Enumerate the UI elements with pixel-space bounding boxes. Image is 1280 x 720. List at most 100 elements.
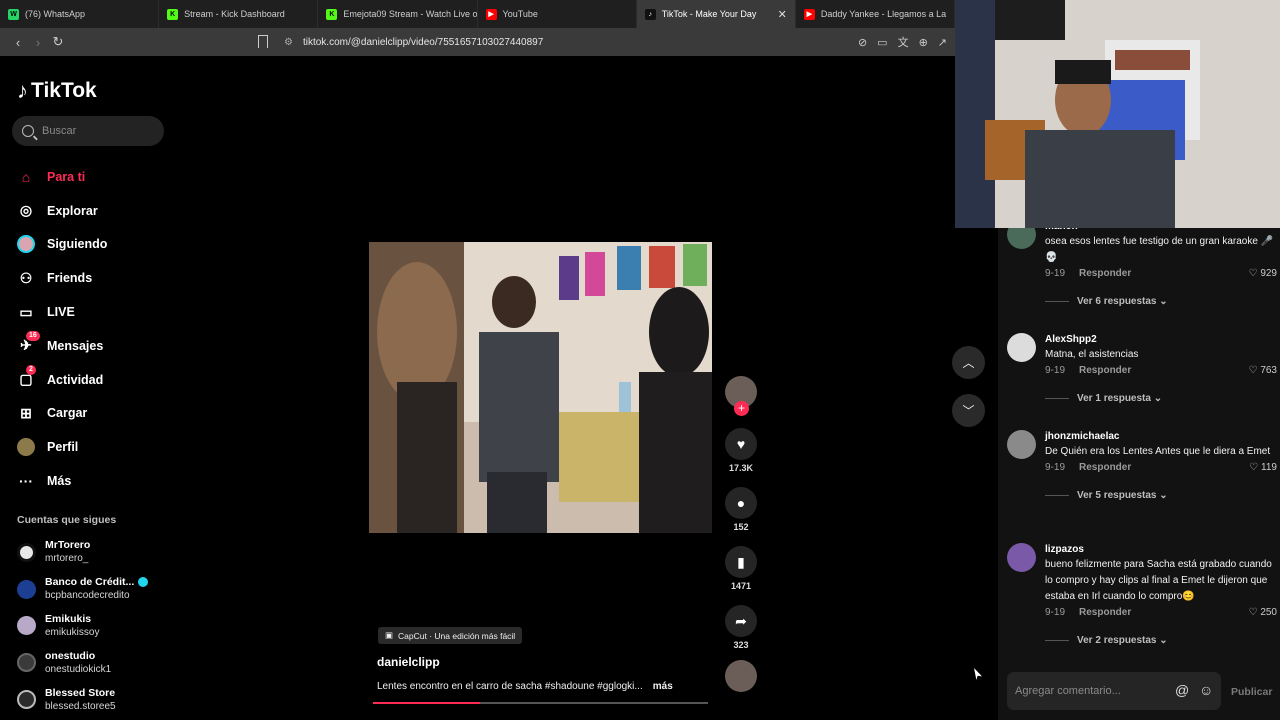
comment-body: AlexShpp2 Matna, el asistencias 9-19 Resp…: [1045, 333, 1277, 404]
sound-avatar[interactable]: [725, 660, 757, 692]
reply-button[interactable]: Responder: [1079, 364, 1131, 378]
avatar[interactable]: [1007, 333, 1036, 362]
avatar[interactable]: [1007, 430, 1036, 459]
comment-text: bueno felizmente para Sacha está grabado…: [1045, 559, 1272, 602]
comments-panel: manon osea esos lentes fue testigo de un…: [998, 228, 1280, 720]
address-bar-actions: ⊘ ▭ 文 ⊕ ↗: [858, 28, 947, 56]
activity-badge: 2: [26, 364, 36, 375]
like-count: 17.3K: [728, 463, 754, 473]
following-account[interactable]: MrTorero mrtorero_: [17, 534, 148, 571]
account-name: Blessed Store: [45, 686, 116, 699]
zoom-icon[interactable]: ⊕: [919, 36, 928, 49]
cast-icon[interactable]: ▭: [877, 36, 887, 49]
following-account[interactable]: Emikukis emikukissoy: [17, 608, 148, 645]
tiktok-logo[interactable]: ♪ TikTok: [17, 78, 97, 104]
video-author[interactable]: danielclipp: [377, 655, 440, 669]
view-replies-label: Ver 1 respuesta: [1077, 393, 1151, 404]
avatar[interactable]: [1007, 543, 1036, 572]
browser-tab-tiktok[interactable]: ♪ TikTok - Make Your Day ✕: [636, 0, 796, 28]
search-input[interactable]: Buscar: [12, 116, 164, 146]
browser-tab-kick-stream[interactable]: K Emejota09 Stream - Watch Live on Ki: [318, 0, 478, 28]
nav-cargar[interactable]: ⊞ Cargar: [17, 397, 107, 431]
mention-icon[interactable]: @: [1175, 682, 1189, 698]
nav-explorar[interactable]: ◎ Explorar: [17, 194, 107, 228]
browser-tab-youtube[interactable]: ▶ YouTube: [478, 0, 637, 28]
more-link[interactable]: más: [653, 681, 673, 692]
tab-title: (76) WhatsApp: [25, 9, 86, 19]
reply-button[interactable]: Responder: [1079, 606, 1131, 620]
bookmark-icon[interactable]: [258, 35, 268, 48]
reply-button[interactable]: Responder: [1079, 267, 1131, 281]
following-account[interactable]: Banco de Crédit... bcpbancodecredito: [17, 571, 149, 608]
nav-perfil[interactable]: Perfil: [17, 430, 107, 464]
nav-live[interactable]: ▭ LIVE: [17, 295, 107, 329]
comment-user[interactable]: AlexShpp2: [1045, 333, 1277, 347]
comment-like-button[interactable]: ♡ 763: [1249, 364, 1277, 378]
view-replies-label: Ver 2 respuestas: [1077, 635, 1157, 646]
browser-tab-kick-dashboard[interactable]: K Stream - Kick Dashboard: [159, 0, 319, 28]
avatar[interactable]: [1007, 228, 1036, 249]
view-replies-button[interactable]: Ver 5 respuestas ⌄: [1045, 490, 1277, 501]
url-field[interactable]: ⚙ tiktok.com/@danielclipp/video/755165710…: [284, 28, 543, 56]
forward-icon[interactable]: ›: [28, 35, 48, 50]
action-rail: + ♥ 17.3K ● 152 ▮ 1471 ➦ 323: [724, 376, 758, 692]
emoji-icon[interactable]: ☺: [1199, 682, 1213, 698]
more-icon: ···: [19, 473, 33, 490]
save-button[interactable]: ▮: [725, 546, 757, 578]
following-account[interactable]: onestudio onestudiokick1: [17, 644, 148, 681]
account-handle: emikukissoy: [45, 626, 100, 638]
comment-like-button[interactable]: ♡ 119: [1249, 461, 1277, 475]
search-icon: [22, 125, 34, 137]
close-tab-icon[interactable]: ✕: [778, 8, 787, 21]
previous-video-button[interactable]: ︿: [952, 346, 985, 379]
share-icon[interactable]: ↗: [938, 36, 947, 49]
tab-title: TikTok - Make Your Day: [661, 9, 757, 19]
comment-user[interactable]: jhonzmichaelac: [1045, 430, 1277, 444]
friends-icon: ⚇: [19, 269, 33, 286]
nav-mensajes[interactable]: ✈ 16 Mensajes: [17, 329, 107, 363]
messages-badge: 16: [26, 330, 40, 341]
back-icon[interactable]: ‹: [8, 35, 28, 50]
comment-user[interactable]: lizpazos: [1045, 543, 1277, 557]
following-account[interactable]: Blessed Store blessed.storee5: [17, 681, 148, 718]
nav-mas[interactable]: ··· Más: [17, 464, 107, 498]
comment-button[interactable]: ●: [725, 487, 757, 519]
nav-para-ti[interactable]: ⌂ Para ti: [17, 160, 107, 194]
comment-like-button[interactable]: ♡ 929: [1249, 267, 1277, 281]
browser-tab-daddy-yankee[interactable]: ▶ Daddy Yankee - Llegamos a La: [796, 0, 956, 28]
address-bar: ‹ › ↻ ⚙ tiktok.com/@danielclipp/video/755…: [0, 28, 955, 56]
nav-siguiendo[interactable]: Siguiendo: [17, 228, 107, 262]
publish-button[interactable]: Publicar: [1231, 686, 1272, 698]
creator-avatar[interactable]: +: [725, 376, 757, 416]
video-progress-bar[interactable]: [373, 702, 708, 704]
no-tracking-icon[interactable]: ⊘: [858, 36, 867, 49]
comment-like-button[interactable]: ♡ 250: [1249, 606, 1277, 620]
comment-input[interactable]: Agregar comentario... @ ☺: [1007, 672, 1221, 710]
follow-plus-icon[interactable]: +: [734, 401, 749, 416]
translate-icon[interactable]: 文: [898, 34, 909, 50]
tab-title: Emejota09 Stream - Watch Live on Ki: [343, 9, 478, 19]
like-button[interactable]: ♥: [725, 428, 757, 460]
account-handle: blessed.storee5: [45, 700, 116, 712]
account-name: Emikukis: [45, 612, 92, 625]
comment-meta: 9-19 Responder ♡ 929: [1045, 267, 1277, 281]
capcut-chip[interactable]: ▣ CapCut · Una edición más fácil: [378, 627, 523, 644]
youtube-icon: ▶: [485, 8, 497, 20]
browser-tab-whatsapp[interactable]: W (76) WhatsApp: [0, 0, 160, 28]
site-info-icon[interactable]: ⚙: [284, 37, 293, 48]
comment-body: manon osea esos lentes fue testigo de un…: [1045, 228, 1277, 307]
comment-body: jhonzmichaelac De Quién era los Lentes A…: [1045, 430, 1277, 501]
view-replies-button[interactable]: Ver 6 respuestas ⌄: [1045, 296, 1277, 307]
view-replies-button[interactable]: Ver 2 respuestas ⌄: [1045, 635, 1277, 646]
reply-button[interactable]: Responder: [1079, 461, 1131, 475]
share-button[interactable]: ➦: [725, 605, 757, 637]
chevron-down-icon: ⌄: [1156, 635, 1168, 646]
video-player[interactable]: [369, 242, 712, 533]
reload-icon[interactable]: ↻: [48, 34, 68, 50]
next-video-button[interactable]: ﹀: [952, 394, 985, 427]
main-nav: ⌂ Para ti ◎ Explorar Siguiendo ⚇ Friends ▭ L…: [17, 160, 107, 498]
nav-actividad[interactable]: ▢ 2 Actividad: [17, 363, 107, 397]
view-replies-button[interactable]: Ver 1 respuesta ⌄: [1045, 393, 1277, 404]
comment-icon: ●: [736, 495, 746, 511]
nav-friends[interactable]: ⚇ Friends: [17, 261, 107, 295]
